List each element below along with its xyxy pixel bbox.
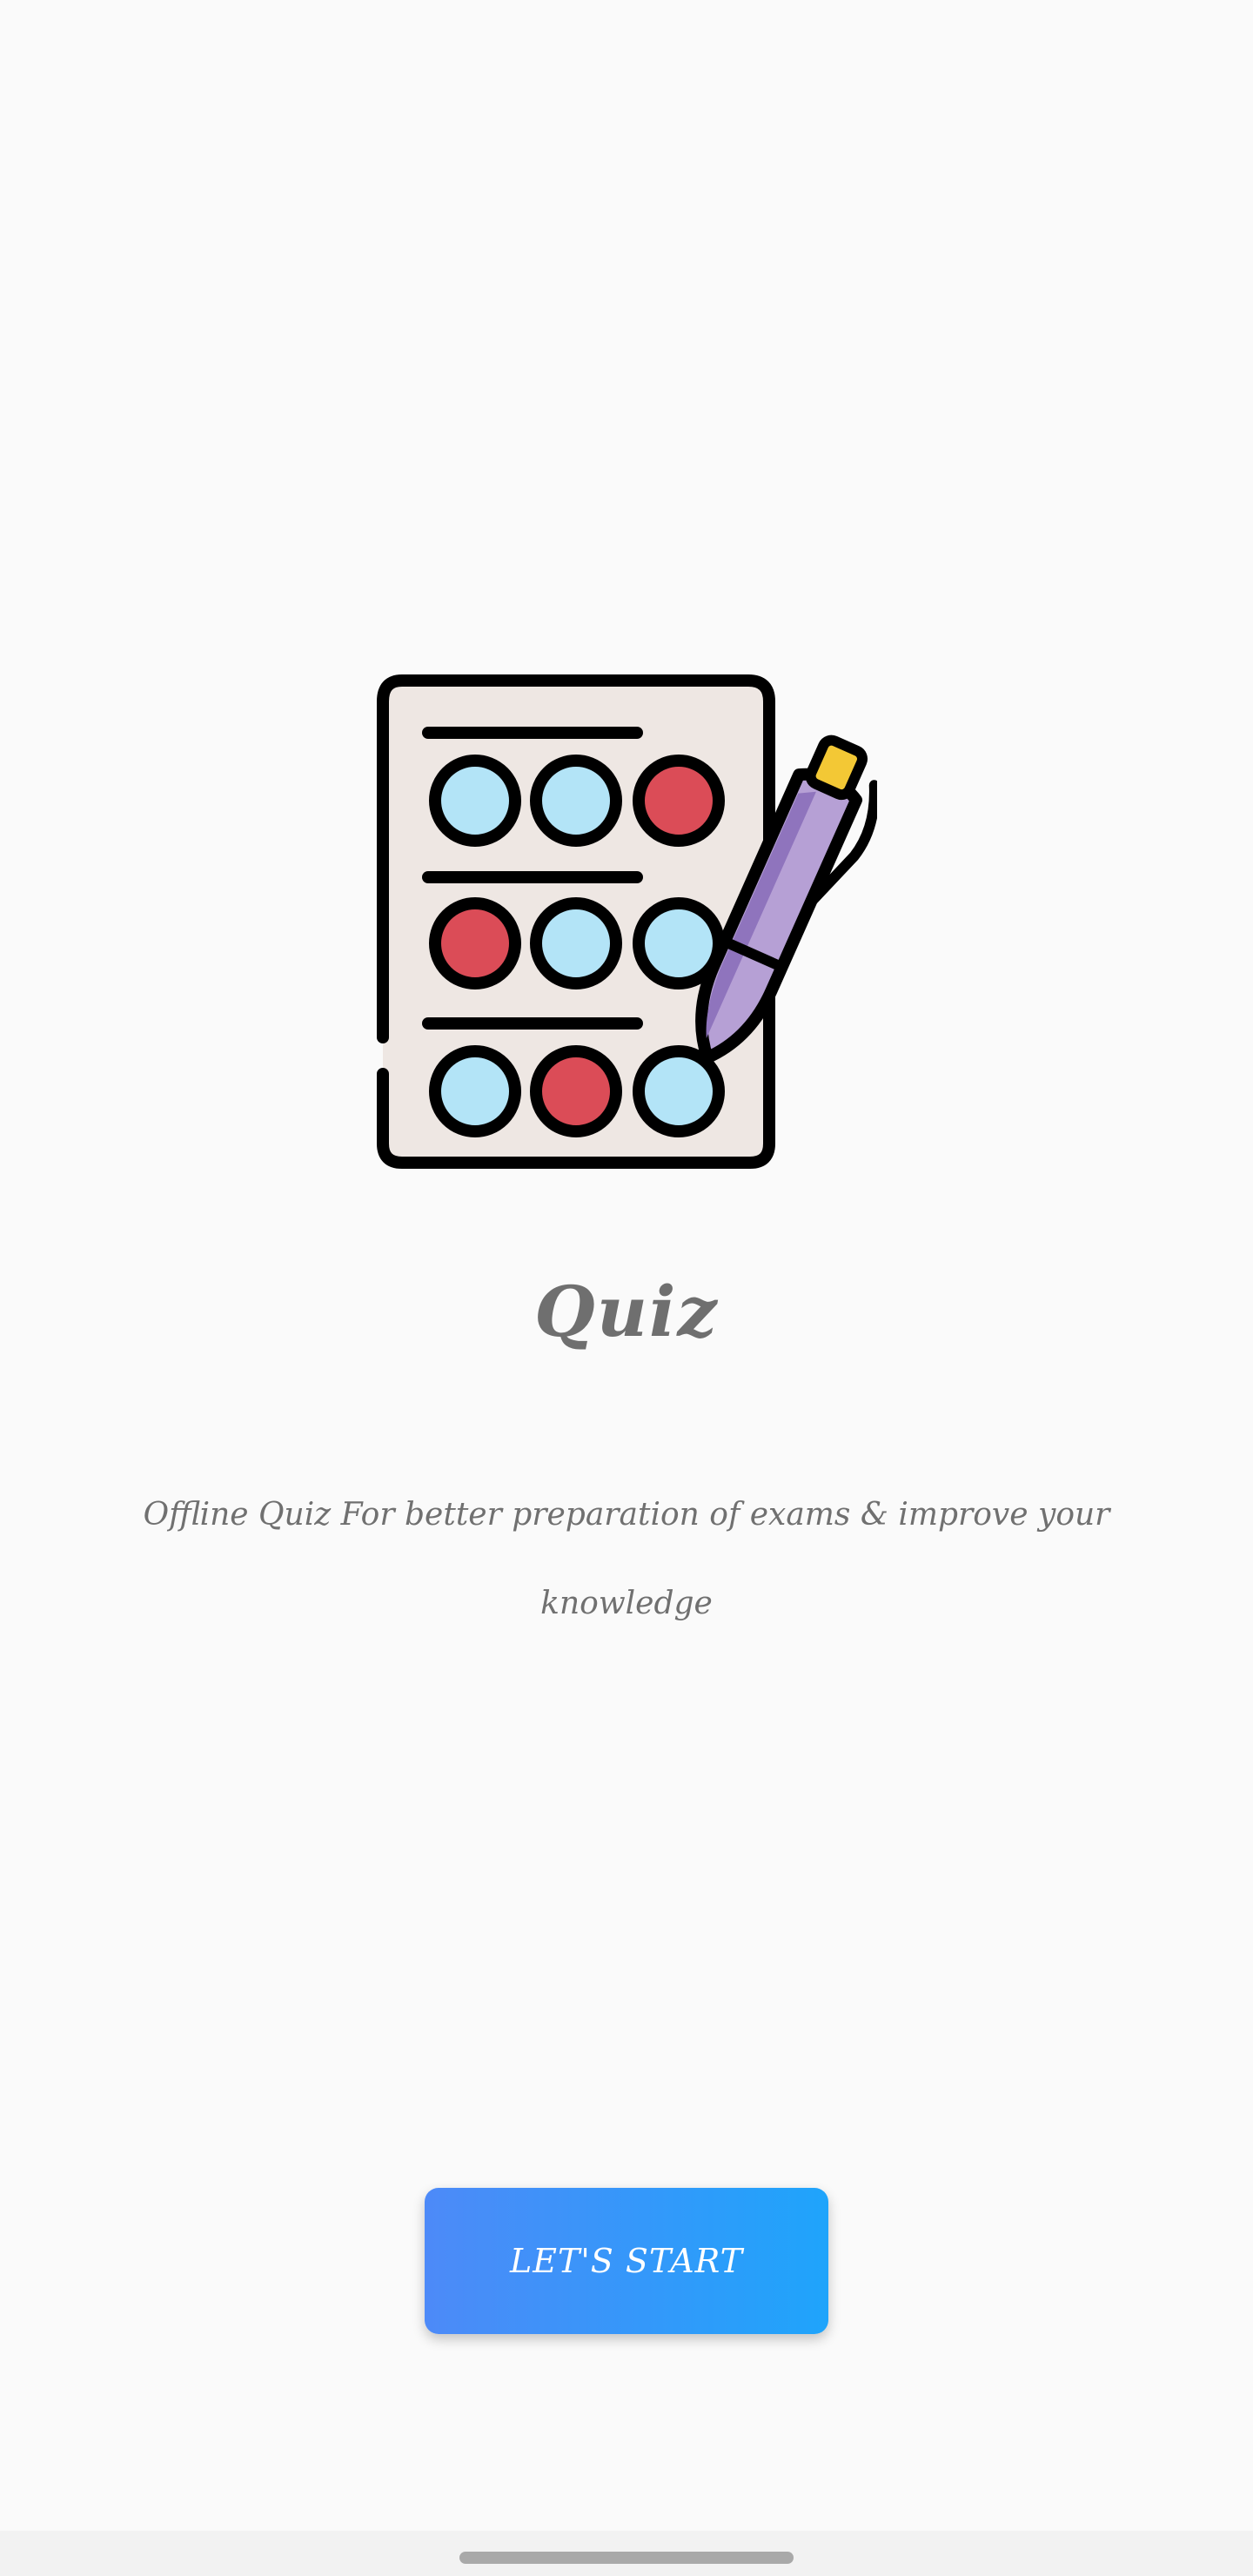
lets-start-button-label: LET'S START [510, 2242, 743, 2280]
quiz-answer-sheet-with-pen-icon [377, 674, 877, 1169]
app-title: Quiz [534, 1271, 719, 1352]
lets-start-button[interactable]: LET'S START [425, 2188, 828, 2334]
system-navigation-bar [0, 2531, 1253, 2576]
home-gesture-handle[interactable] [459, 2552, 794, 2564]
quiz-illustration [376, 670, 877, 1171]
app-description: Offline Quiz For better preparation of e… [143, 1497, 1110, 1621]
